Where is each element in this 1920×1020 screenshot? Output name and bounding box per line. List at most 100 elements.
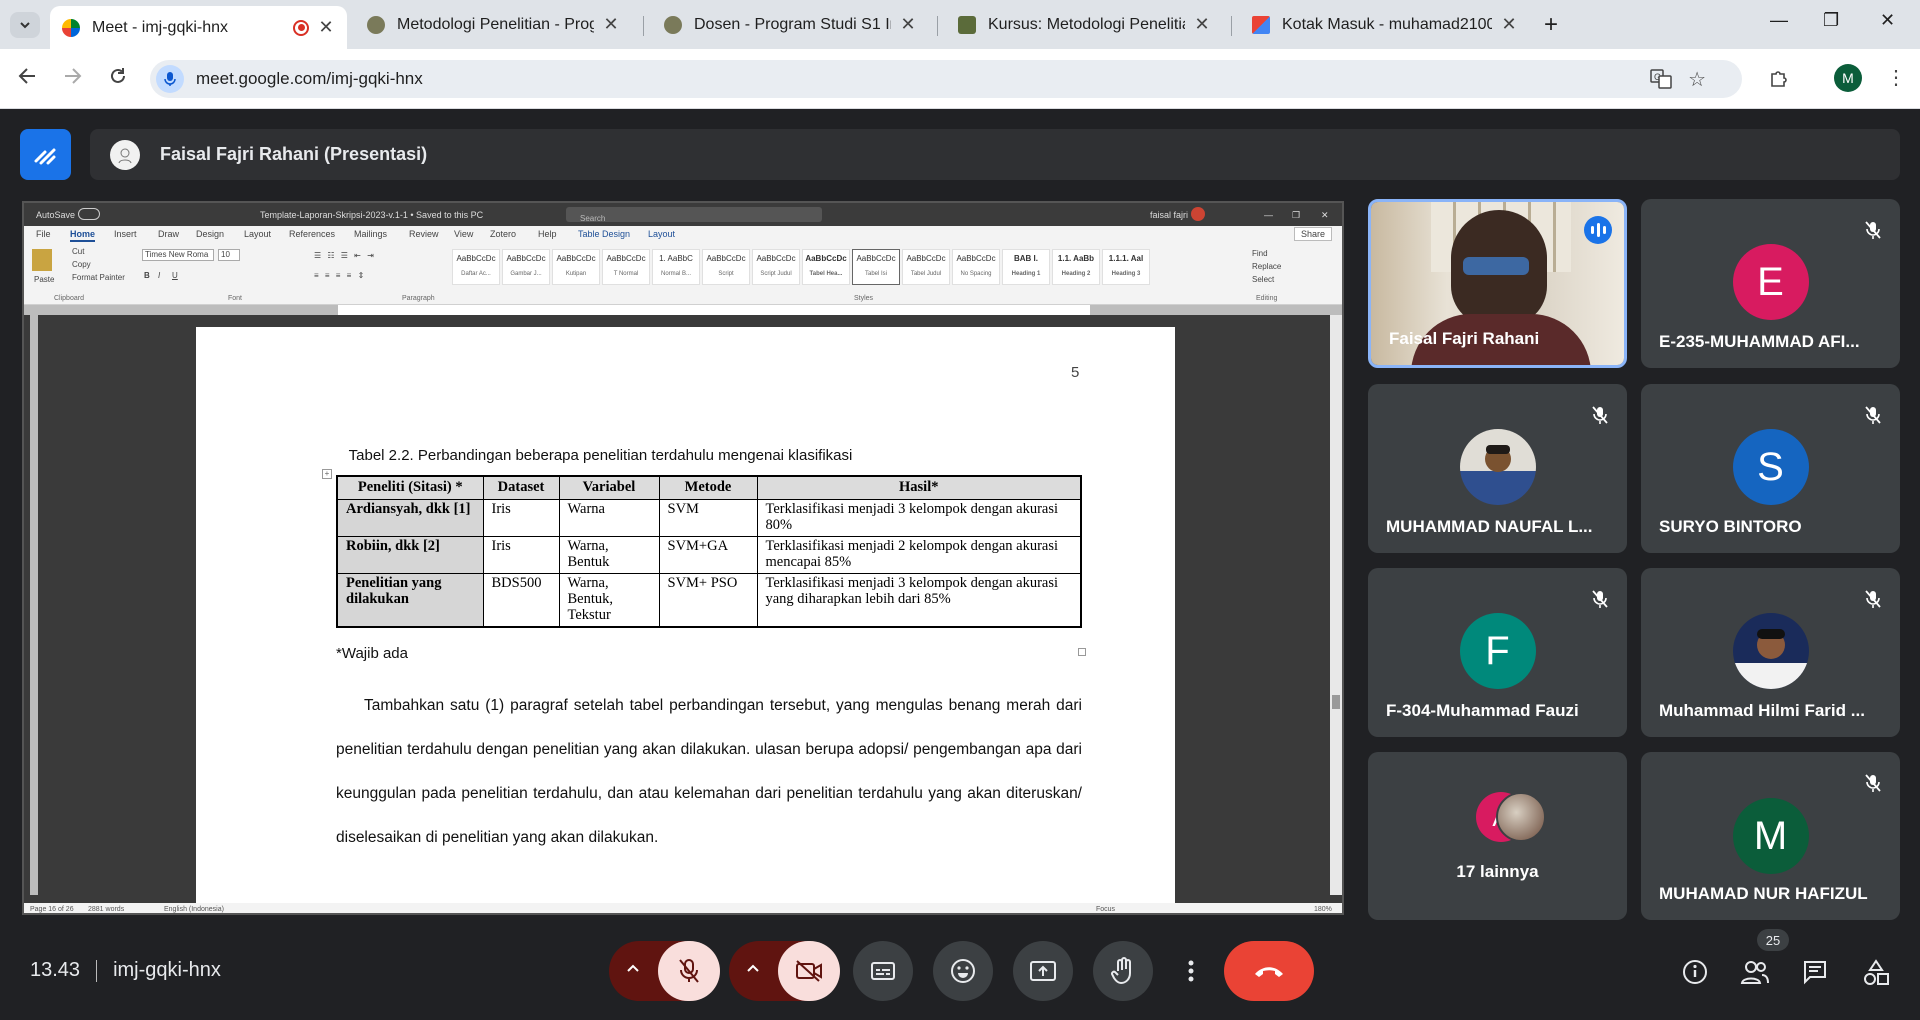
menu-insert[interactable]: Insert bbox=[114, 229, 137, 239]
activities-icon[interactable] bbox=[1862, 959, 1890, 987]
participant-tile[interactable]: Muhammad Hilmi Farid ... bbox=[1641, 568, 1900, 737]
more-options-button[interactable] bbox=[1173, 941, 1209, 1001]
table-resize-handle-icon[interactable] bbox=[1078, 648, 1086, 656]
style-daftar[interactable]: AaBbCcDc Daftar Ac... bbox=[452, 249, 500, 285]
menu-review[interactable]: Review bbox=[409, 229, 439, 239]
present-screen-button[interactable] bbox=[1013, 941, 1073, 1001]
new-tab-button[interactable]: + bbox=[1544, 11, 1558, 39]
meeting-details-info-icon[interactable] bbox=[1682, 959, 1708, 985]
copy-button[interactable]: Copy bbox=[72, 260, 91, 269]
microphone-in-use-icon[interactable] bbox=[156, 65, 184, 93]
tab-metodologi[interactable]: Metodologi Penelitian - Prograr ✕ bbox=[355, 6, 632, 43]
scrollbar-thumb[interactable] bbox=[1332, 695, 1340, 709]
tab-meet[interactable]: Meet - imj-gqki-hnx ✕ bbox=[50, 6, 347, 49]
vertical-ruler[interactable] bbox=[30, 315, 38, 895]
focus-button[interactable]: Focus bbox=[1096, 906, 1115, 913]
word-restore-icon[interactable]: ❐ bbox=[1292, 210, 1300, 221]
captions-button[interactable] bbox=[853, 941, 913, 1001]
style-no-spacing[interactable]: AaBbCcDc No Spacing bbox=[952, 249, 1000, 285]
menu-design[interactable]: Design bbox=[196, 229, 224, 239]
close-tab-icon[interactable]: ✕ bbox=[1500, 14, 1518, 35]
participant-tile[interactable]: F F-304-Muhammad Fauzi bbox=[1368, 568, 1627, 737]
align-buttons[interactable]: ≡ ≡ ≡ ≡ ⇕ bbox=[314, 271, 366, 280]
close-tab-icon[interactable]: ✕ bbox=[899, 14, 917, 35]
italic-button[interactable]: I bbox=[158, 271, 160, 280]
participant-tile-presenter[interactable]: Faisal Fajri Rahani bbox=[1368, 199, 1627, 368]
address-bar[interactable]: meet.google.com/imj-gqki-hnx G ☆ bbox=[150, 60, 1742, 98]
browser-menu-icon[interactable]: ⋮ bbox=[1886, 65, 1906, 90]
menu-home[interactable]: Home bbox=[70, 229, 96, 242]
minimize-window-button[interactable]: — bbox=[1770, 10, 1788, 31]
tab-dosen[interactable]: Dosen - Program Studi S1 Infor ✕ bbox=[652, 6, 929, 43]
back-arrow-icon[interactable] bbox=[16, 65, 38, 87]
chat-icon[interactable] bbox=[1802, 959, 1828, 985]
style-tabel-judul[interactable]: AaBbCcDc Tabel Judul bbox=[902, 249, 950, 285]
format-painter-button[interactable]: Format Painter bbox=[72, 273, 125, 282]
menu-layout[interactable]: Layout bbox=[244, 229, 271, 239]
document-page[interactable]: 5 Tabel 2.2. Perbandingan beberapa penel… bbox=[196, 327, 1175, 913]
close-window-button[interactable]: ✕ bbox=[1880, 10, 1895, 31]
camera-toggle-button[interactable] bbox=[778, 941, 840, 1001]
table-move-handle-icon[interactable]: + bbox=[322, 469, 332, 479]
bold-button[interactable]: B bbox=[144, 271, 150, 280]
menu-help[interactable]: Help bbox=[538, 229, 557, 239]
style-tabel-header[interactable]: AaBbCcDc Tabel Hea... bbox=[802, 249, 850, 285]
paste-icon[interactable] bbox=[32, 249, 52, 271]
share-button[interactable]: Share bbox=[1293, 227, 1332, 241]
close-tab-icon[interactable]: ✕ bbox=[602, 14, 620, 35]
participant-tile[interactable]: MUHAMMAD NAUFAL L... bbox=[1368, 384, 1627, 553]
tab-search-button[interactable] bbox=[10, 12, 40, 38]
style-heading-2[interactable]: 1.1. AaBb Heading 2 bbox=[1052, 249, 1100, 285]
menu-table-design[interactable]: Table Design bbox=[578, 229, 630, 239]
underline-button[interactable]: U bbox=[172, 271, 178, 280]
raise-hand-button[interactable] bbox=[1093, 941, 1153, 1001]
font-size-select[interactable]: 10 bbox=[218, 249, 240, 261]
style-normal-b[interactable]: 1. AaBbC Normal B... bbox=[652, 249, 700, 285]
forward-arrow-icon[interactable] bbox=[62, 65, 84, 87]
style-tabel-isi[interactable]: AaBbCcDc Tabel Isi bbox=[852, 249, 900, 285]
autosave-toggle[interactable] bbox=[78, 208, 100, 220]
style-script-judul[interactable]: AaBbCcDc Script Judul bbox=[752, 249, 800, 285]
word-minimize-icon[interactable]: — bbox=[1264, 210, 1273, 220]
comparison-table[interactable]: Peneliti (Sitasi) * Dataset Variabel Met… bbox=[336, 475, 1082, 628]
select-button[interactable]: Select bbox=[1252, 275, 1274, 284]
menu-zotero[interactable]: Zotero bbox=[490, 229, 516, 239]
reload-icon[interactable] bbox=[107, 65, 129, 87]
word-close-icon[interactable]: ✕ bbox=[1321, 210, 1329, 221]
style-heading-3[interactable]: 1.1.1. Aal Heading 3 bbox=[1102, 249, 1150, 285]
zoom-level[interactable]: 180% bbox=[1314, 906, 1332, 913]
translate-icon[interactable]: G bbox=[1650, 69, 1672, 89]
style-kutipan[interactable]: AaBbCcDc Kutipan bbox=[552, 249, 600, 285]
style-script[interactable]: AaBbCcDc Script bbox=[702, 249, 750, 285]
people-icon[interactable] bbox=[1740, 959, 1770, 985]
list-buttons[interactable]: ☰ ☷ ☰ ⇤ ⇥ bbox=[314, 251, 376, 260]
font-name-select[interactable]: Times New Roma bbox=[142, 249, 214, 261]
restore-window-button[interactable]: ❐ bbox=[1823, 10, 1839, 31]
close-tab-icon[interactable]: ✕ bbox=[317, 17, 335, 38]
close-tab-icon[interactable]: ✕ bbox=[1193, 14, 1211, 35]
profile-avatar[interactable]: M bbox=[1834, 64, 1862, 92]
participant-tile[interactable]: S SURYO BINTORO bbox=[1641, 384, 1900, 553]
video-options-chevron-icon[interactable] bbox=[745, 961, 761, 977]
leave-call-button[interactable] bbox=[1224, 941, 1314, 1001]
others-tile[interactable]: A 17 lainnya bbox=[1368, 752, 1627, 920]
menu-references[interactable]: References bbox=[289, 229, 335, 239]
tab-gmail[interactable]: Kotak Masuk - muhamad21000 ✕ bbox=[1240, 6, 1530, 43]
meet-companion-icon[interactable] bbox=[20, 129, 71, 180]
menu-mailings[interactable]: Mailings bbox=[354, 229, 387, 239]
replace-button[interactable]: Replace bbox=[1252, 262, 1281, 271]
participant-tile[interactable]: E E-235-MUHAMMAD AFI... bbox=[1641, 199, 1900, 368]
participant-tile[interactable]: M MUHAMAD NUR HAFIZUL bbox=[1641, 752, 1900, 920]
mic-toggle-button[interactable] bbox=[658, 941, 720, 1001]
word-user-avatar[interactable] bbox=[1191, 207, 1205, 221]
style-t-normal[interactable]: AaBbCcDc T Normal bbox=[602, 249, 650, 285]
audio-options-chevron-icon[interactable] bbox=[625, 961, 641, 977]
menu-file[interactable]: File bbox=[36, 229, 51, 239]
menu-view[interactable]: View bbox=[454, 229, 473, 239]
reactions-button[interactable] bbox=[933, 941, 993, 1001]
menu-table-layout[interactable]: Layout bbox=[648, 229, 675, 239]
paste-label[interactable]: Paste bbox=[34, 275, 54, 284]
style-gambar[interactable]: AaBbCcDc Gambar J... bbox=[502, 249, 550, 285]
style-heading-1[interactable]: BAB I. Heading 1 bbox=[1002, 249, 1050, 285]
bookmark-star-icon[interactable]: ☆ bbox=[1688, 67, 1706, 92]
